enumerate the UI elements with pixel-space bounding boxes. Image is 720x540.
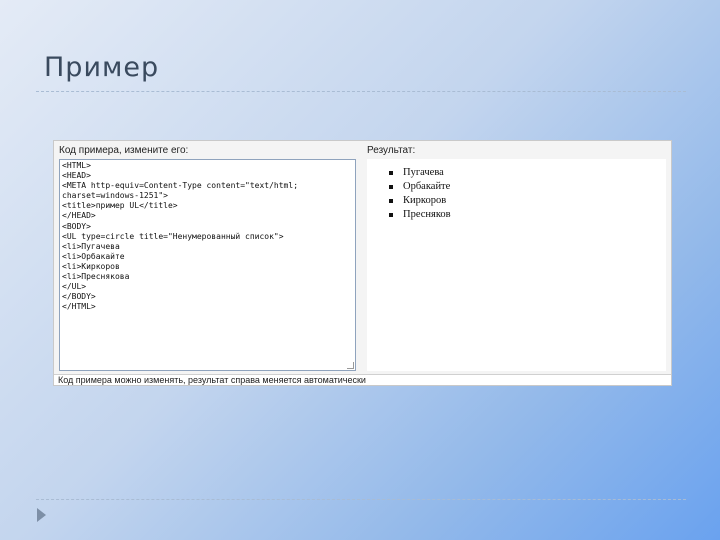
code-line: <li>Орбакайте — [62, 251, 125, 261]
html-example-widget: Код примера, измените его: Результат: <H… — [53, 140, 672, 386]
result-preview: Пугачева Орбакайте Киркоров Пресняков — [367, 159, 666, 371]
result-list: Пугачева Орбакайте Киркоров Пресняков — [389, 166, 666, 222]
code-line: </BODY> — [62, 292, 96, 302]
code-line: <li>Киркоров — [62, 261, 120, 271]
code-line: </HTML> — [62, 302, 96, 312]
square-bullet-icon — [389, 213, 393, 217]
list-item-text: Киркоров — [403, 195, 447, 206]
code-line: <li>Преснякова — [62, 272, 130, 282]
code-editor[interactable]: <HTML> <HEAD> <META http-equiv=Content-T… — [59, 159, 356, 371]
code-line: charset=windows-1251"> — [62, 191, 168, 201]
square-bullet-icon — [389, 199, 393, 203]
code-line: <HTML> — [62, 161, 91, 170]
slide-title: Пример — [44, 52, 160, 83]
title-divider — [36, 91, 686, 92]
square-bullet-icon — [389, 171, 393, 175]
list-item: Орбакайте — [389, 180, 666, 194]
code-line: <UL type=circle title="Ненумерованный сп… — [62, 231, 284, 241]
triangle-right-icon[interactable] — [37, 508, 46, 522]
list-item-text: Пугачева — [403, 167, 444, 178]
list-item: Пресняков — [389, 208, 666, 222]
code-line: <title>пример UL</title> — [62, 201, 178, 211]
result-pane-header: Результат: — [367, 145, 416, 156]
demo-footer-note: Код примера можно изменять, результат сп… — [54, 374, 671, 385]
code-pane-header: Код примера, измените его: — [59, 145, 189, 156]
square-bullet-icon — [389, 185, 393, 189]
code-line: <li>Пугачева — [62, 241, 120, 251]
list-item: Киркоров — [389, 194, 666, 208]
code-line: <BODY> — [62, 221, 91, 231]
code-line: </UL> — [62, 282, 87, 292]
list-item-text: Пресняков — [403, 209, 451, 220]
code-line: </HEAD> — [62, 211, 96, 221]
code-line: <HEAD> — [62, 171, 91, 181]
list-item-text: Орбакайте — [403, 181, 451, 192]
list-item: Пугачева — [389, 166, 666, 180]
code-line: <META http-equiv=Content-Type content="t… — [62, 181, 299, 191]
resize-handle[interactable] — [347, 362, 354, 369]
footer-divider — [36, 499, 686, 500]
